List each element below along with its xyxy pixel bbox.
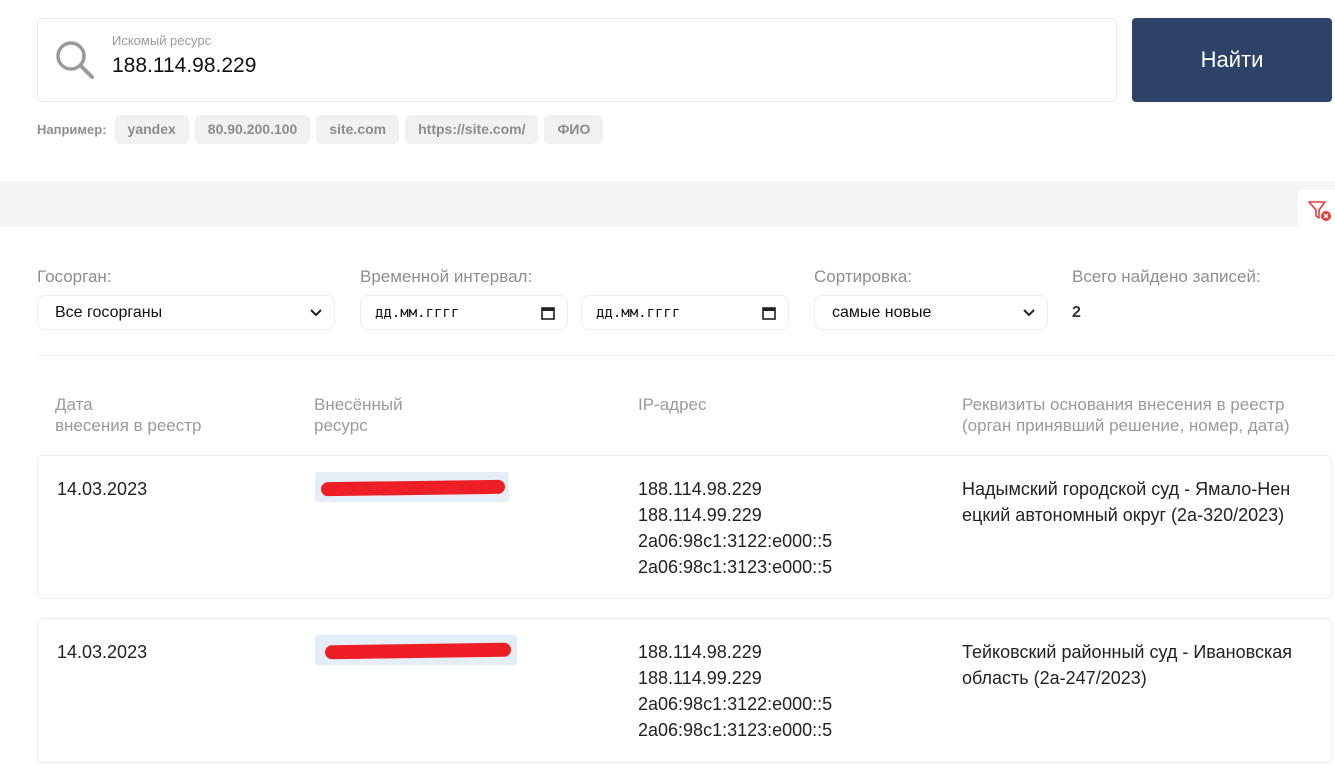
col-header-ip-line1: IP-адрес [638,395,707,414]
col-header-resource: Внесённый ресурс [314,394,403,436]
date-to-input[interactable]: дд.мм.гггг [581,295,789,330]
chevron-down-icon [1023,308,1035,316]
col-header-basis-line1: Реквизиты основания внесения в реестр [962,395,1285,414]
find-button[interactable]: Найти [1132,18,1332,102]
search-box: Искомый ресурс [37,18,1117,102]
ip-address: 188.114.98.229 [638,479,762,499]
col-header-resource-line2: ресурс [314,416,368,435]
total-label: Всего найдено записей: [1072,267,1261,286]
col-header-basis-line2: (орган принявший решение, номер, дата) [962,416,1290,435]
date-from-placeholder: дд.мм.гггг [375,304,460,321]
ip-address: 2a06:98c1:3123:e000::5 [638,720,833,740]
interval-label: Временной интервал: [360,267,533,286]
row-basis: Надымский городской суд - Ямало-Нен ецки… [962,476,1290,528]
col-header-resource-line1: Внесённый [314,395,403,414]
examples-label: Например: [37,122,107,137]
col-header-date-line2: внесения в реестр [55,416,202,435]
divider [37,355,1335,356]
ip-address: 2a06:98c1:3122:e000::5 [638,531,833,551]
sort-label: Сортировка: [814,267,913,286]
section-separator [0,181,1335,227]
search-label: Искомый ресурс [112,33,212,48]
date-to-placeholder: дд.мм.гггг [596,304,681,321]
table-row: 14.03.2023 188.114.98.229 188.114.99.229… [37,618,1332,763]
filter-reset-icon [1308,201,1331,221]
example-chip-fio[interactable]: ФИО [544,115,604,144]
filter-reset-button[interactable] [1298,190,1335,228]
date-from-input[interactable]: дд.мм.гггг [360,295,568,330]
row-ip-list: 188.114.98.229 188.114.99.229 2a06:98c1:… [638,476,832,580]
row-date: 14.03.2023 [57,479,148,499]
search-icon [56,41,94,79]
sort-select-value: самые новые [832,303,932,321]
col-header-date-line1: Дата [55,395,93,414]
row-ip-list: 188.114.98.229 188.114.99.229 2a06:98c1:… [638,639,832,743]
calendar-icon [762,306,776,320]
search-input[interactable] [112,51,1092,81]
resource-link[interactable] [315,635,517,665]
table-row: 14.03.2023 188.114.98.229 188.114.99.229… [37,455,1332,599]
col-header-basis: Реквизиты основания внесения в реестр (о… [962,394,1289,436]
ip-address: 2a06:98c1:3123:e000::5 [638,557,833,577]
ip-address: 188.114.98.229 [638,642,762,662]
sort-select[interactable]: самые новые [814,295,1048,330]
ip-address: 188.114.99.229 [638,505,762,525]
examples-row: Например: yandex 80.90.200.100 site.com … [37,115,604,144]
redaction-mark [324,642,512,660]
agency-label: Госорган: [37,267,112,286]
col-header-ip: IP-адрес [638,394,707,415]
ip-address: 2a06:98c1:3122:e000::5 [638,694,833,714]
example-chip-url[interactable]: https://site.com/ [405,115,539,144]
total-count: 2 [1072,304,1081,321]
example-chip-yandex[interactable]: yandex [114,115,189,144]
resource-link[interactable] [315,472,509,502]
redaction-mark [320,479,506,497]
chevron-down-icon [310,308,322,316]
ip-address: 188.114.99.229 [638,668,762,688]
agency-select-value: Все госорганы [55,303,163,321]
col-header-date: Дата внесения в реестр [55,394,202,436]
example-chip-ip[interactable]: 80.90.200.100 [194,115,311,144]
basis-line: область (2а-247/2023) [962,668,1147,688]
basis-line: ецкий автономный округ (2а-320/2023) [962,505,1285,525]
row-date: 14.03.2023 [57,642,148,662]
example-chip-domain[interactable]: site.com [316,115,400,144]
basis-line: Тейковский районный суд - Ивановская [962,642,1292,662]
basis-line: Надымский городской суд - Ямало-Нен [962,479,1291,499]
calendar-icon [541,306,555,320]
row-basis: Тейковский районный суд - Ивановская обл… [962,639,1292,691]
agency-select[interactable]: Все госорганы [37,295,335,330]
